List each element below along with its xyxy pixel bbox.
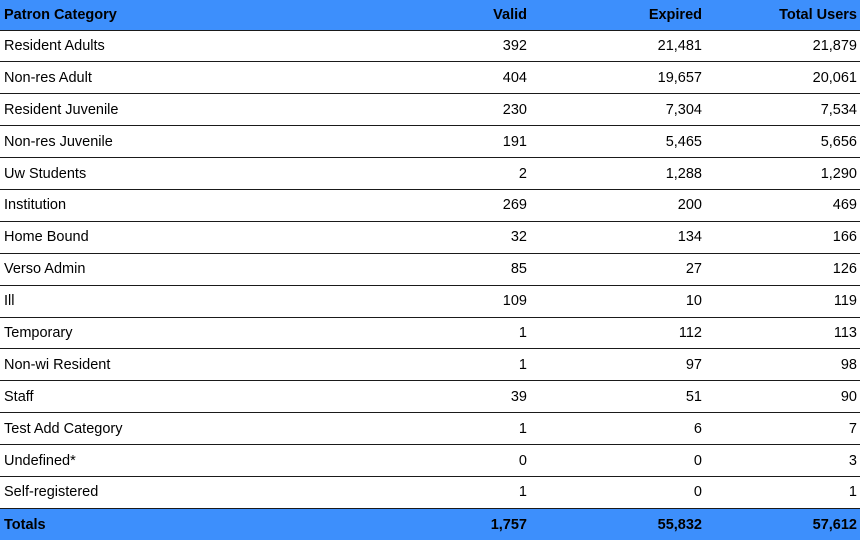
- table-row[interactable]: Non-res Juvenile 191 5,465 5,656: [0, 125, 860, 159]
- cell-total: 21,879: [705, 30, 860, 63]
- cell-total: 3: [705, 444, 860, 477]
- table-row[interactable]: Temporary 1 112 113: [0, 317, 860, 350]
- totals-cell-expired: 55,832: [530, 507, 705, 540]
- cell-valid: 0: [400, 444, 530, 477]
- column-header-valid[interactable]: Valid: [400, 0, 530, 31]
- table-row[interactable]: Uw Students 2 1,288 1,290: [0, 157, 860, 190]
- cell-category: Verso Admin: [0, 253, 400, 286]
- cell-category: Staff: [0, 380, 400, 414]
- cell-valid: 1: [400, 476, 530, 509]
- cell-expired: 10: [530, 285, 705, 318]
- cell-category: Temporary: [0, 317, 400, 350]
- table-row[interactable]: Self-registered 1 0 1: [0, 476, 860, 509]
- cell-expired: 134: [530, 221, 705, 254]
- cell-expired: 27: [530, 253, 705, 286]
- cell-category: Test Add Category: [0, 412, 400, 446]
- cell-total: 20,061: [705, 61, 860, 95]
- cell-category: Home Bound: [0, 221, 400, 254]
- cell-valid: 1: [400, 412, 530, 446]
- cell-total: 7,534: [705, 93, 860, 127]
- cell-total: 1,290: [705, 157, 860, 190]
- cell-expired: 97: [530, 348, 705, 382]
- cell-category: Institution: [0, 189, 400, 222]
- table-row[interactable]: Resident Juvenile 230 7,304 7,534: [0, 93, 860, 127]
- cell-category: Uw Students: [0, 157, 400, 190]
- cell-expired: 51: [530, 380, 705, 414]
- cell-total: 166: [705, 221, 860, 254]
- table-row[interactable]: Staff 39 51 90: [0, 380, 860, 414]
- table-header: Patron Category Valid Expired Total User…: [0, 0, 860, 31]
- cell-valid: 85: [400, 253, 530, 286]
- cell-valid: 269: [400, 189, 530, 222]
- cell-total: 98: [705, 348, 860, 382]
- cell-expired: 0: [530, 444, 705, 477]
- table-row[interactable]: Non-wi Resident 1 97 98: [0, 348, 860, 382]
- cell-category: Resident Adults: [0, 30, 400, 63]
- cell-category: Self-registered: [0, 476, 400, 509]
- table-row[interactable]: Undefined* 0 0 3: [0, 444, 860, 477]
- table-row[interactable]: Resident Adults 392 21,481 21,879: [0, 30, 860, 63]
- table-row[interactable]: Home Bound 32 134 166: [0, 221, 860, 254]
- totals-cell-category: Totals: [0, 507, 400, 540]
- cell-expired: 21,481: [530, 30, 705, 63]
- cell-expired: 5,465: [530, 125, 705, 159]
- cell-expired: 6: [530, 412, 705, 446]
- cell-expired: 200: [530, 189, 705, 222]
- totals-cell-total: 57,612: [705, 507, 860, 540]
- cell-category: Resident Juvenile: [0, 93, 400, 127]
- cell-category: Undefined*: [0, 444, 400, 477]
- cell-valid: 1: [400, 348, 530, 382]
- cell-total: 469: [705, 189, 860, 222]
- cell-valid: 2: [400, 157, 530, 190]
- cell-valid: 404: [400, 61, 530, 95]
- column-header-expired[interactable]: Expired: [530, 0, 705, 31]
- cell-expired: 19,657: [530, 61, 705, 95]
- cell-expired: 7,304: [530, 93, 705, 127]
- table-row[interactable]: Test Add Category 1 6 7: [0, 412, 860, 446]
- table-row[interactable]: Ill 109 10 119: [0, 285, 860, 318]
- cell-valid: 39: [400, 380, 530, 414]
- cell-expired: 112: [530, 317, 705, 350]
- cell-category: Non-wi Resident: [0, 348, 400, 382]
- cell-total: 90: [705, 380, 860, 414]
- cell-valid: 230: [400, 93, 530, 127]
- cell-total: 113: [705, 317, 860, 350]
- totals-row: Totals 1,757 55,832 57,612: [0, 507, 860, 540]
- cell-expired: 1,288: [530, 157, 705, 190]
- table-body: Resident Adults 392 21,481 21,879 Non-res Ad…: [0, 30, 860, 540]
- cell-valid: 191: [400, 125, 530, 159]
- cell-total: 1: [705, 476, 860, 509]
- cell-valid: 109: [400, 285, 530, 318]
- cell-valid: 32: [400, 221, 530, 254]
- cell-total: 7: [705, 412, 860, 446]
- table-row[interactable]: Non-res Adult 404 19,657 20,061: [0, 61, 860, 95]
- patron-category-table: Patron Category Valid Expired Total User…: [0, 0, 860, 540]
- cell-total: 119: [705, 285, 860, 318]
- cell-category: Ill: [0, 285, 400, 318]
- cell-expired: 0: [530, 476, 705, 509]
- cell-category: Non-res Adult: [0, 61, 400, 95]
- cell-total: 126: [705, 253, 860, 286]
- cell-total: 5,656: [705, 125, 860, 159]
- cell-category: Non-res Juvenile: [0, 125, 400, 159]
- table-row[interactable]: Institution 269 200 469: [0, 189, 860, 222]
- column-header-patron-category[interactable]: Patron Category: [0, 0, 400, 31]
- cell-valid: 392: [400, 30, 530, 63]
- table-header-row: Patron Category Valid Expired Total User…: [0, 0, 860, 31]
- table-row[interactable]: Verso Admin 85 27 126: [0, 253, 860, 286]
- totals-cell-valid: 1,757: [400, 507, 530, 540]
- cell-valid: 1: [400, 317, 530, 350]
- column-header-total-users[interactable]: Total Users: [705, 0, 860, 31]
